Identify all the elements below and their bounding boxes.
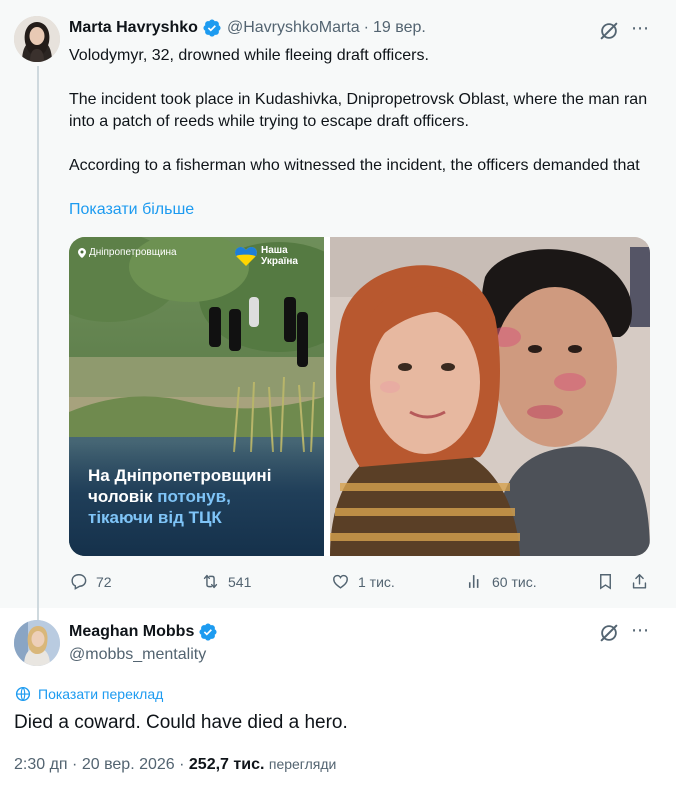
- text-paragraph: According to a fisherman who witnessed t…: [69, 157, 640, 174]
- quoted-tweet-text: Volodymyr, 32, drowned while fleeing dra…: [69, 45, 649, 177]
- more-icon[interactable]: ⋯: [631, 18, 650, 39]
- author-avatar[interactable]: [14, 620, 60, 666]
- show-more-link[interactable]: Показати більше: [69, 201, 194, 219]
- bookmark-icon: [600, 574, 611, 590]
- tweet-meta: 2:30 дп · 20 вер. 2026 · 252,7 тис. пере…: [14, 756, 336, 774]
- separator-dot: ·: [72, 756, 78, 773]
- author-handle[interactable]: @HavryshkoMarta: [227, 19, 360, 37]
- like-count: 1 тис.: [358, 573, 395, 590]
- main-tweet-text: Died a coward. Could have died a hero.: [14, 712, 348, 733]
- reply-count: 72: [96, 573, 112, 590]
- repost-count: 541: [228, 573, 252, 590]
- text-paragraph: The incident took place in Kudashivka, D…: [69, 91, 648, 130]
- media-grid: Дніпропетровщина Наша Україна На Дніпроп…: [69, 237, 650, 556]
- tweet-date[interactable]: 19 вер.: [373, 19, 426, 37]
- reply-icon: [71, 574, 87, 590]
- separator-dot: ·: [363, 19, 369, 36]
- nasha-ukraina-logo: Наша Україна: [235, 245, 298, 267]
- headline-line1: На Дніпропетровщині: [88, 466, 272, 485]
- share-icon: [632, 574, 647, 589]
- bookmark-button[interactable]: [596, 572, 615, 591]
- headline-accent: потонув,: [157, 487, 231, 506]
- translate-link[interactable]: Показати переклад: [14, 685, 163, 703]
- views-icon: [468, 575, 479, 588]
- repost-icon: [203, 574, 218, 589]
- location-pin-icon: [78, 247, 86, 258]
- author-avatar[interactable]: [14, 16, 60, 62]
- tweet-time[interactable]: 2:30 дп: [14, 756, 68, 773]
- location-label: Дніпропетровщина: [89, 247, 177, 258]
- headline-line3: тікаючи від ТЦК: [88, 508, 222, 527]
- author-name[interactable]: Meaghan Mobbs: [69, 623, 194, 641]
- logo-line2: Україна: [261, 256, 298, 267]
- headline-line2: чоловік: [88, 487, 158, 506]
- avatar-image: [14, 620, 60, 666]
- couple-photo[interactable]: [330, 237, 650, 556]
- views-count: 60 тис.: [492, 573, 537, 590]
- reply-button[interactable]: 72: [69, 572, 112, 591]
- heart-flag-icon: [235, 246, 257, 266]
- like-button[interactable]: 1 тис.: [331, 572, 395, 591]
- news-image[interactable]: Дніпропетровщина Наша Україна На Дніпроп…: [69, 237, 324, 556]
- verified-badge-icon: [199, 623, 217, 641]
- logo-line1: Наша: [261, 245, 288, 256]
- news-headline: На Дніпропетровщині чоловік потонув, тік…: [88, 465, 318, 528]
- globe-icon: [15, 686, 31, 702]
- more-icon[interactable]: ⋯: [631, 620, 650, 641]
- quoted-tweet-header: Marta Havryshko @HavryshkoMarta · 19 вер…: [69, 18, 426, 38]
- grok-icon[interactable]: [598, 20, 620, 42]
- share-button[interactable]: [630, 572, 649, 591]
- tweet-date[interactable]: 20 вер. 2026: [82, 756, 175, 773]
- couple-selfie: [330, 237, 650, 556]
- views-label: перегляди: [268, 756, 337, 772]
- verified-badge-icon: [203, 19, 221, 37]
- author-handle[interactable]: @mobbs_mentality: [69, 646, 206, 664]
- author-name[interactable]: Marta Havryshko: [69, 19, 198, 37]
- translate-label: Показати переклад: [38, 686, 164, 702]
- repost-button[interactable]: 541: [201, 572, 251, 591]
- avatar-image: [14, 16, 60, 62]
- text-paragraph: Volodymyr, 32, drowned while fleeing dra…: [69, 47, 429, 64]
- views-button[interactable]: 60 тис.: [465, 572, 537, 591]
- location-tag: Дніпропетровщина: [78, 247, 177, 258]
- thread-line: [37, 66, 39, 624]
- main-tweet-header: Meaghan Mobbs: [69, 622, 218, 642]
- views-count: 252,7 тис.: [188, 756, 265, 773]
- grok-icon[interactable]: [598, 622, 620, 644]
- like-icon: [333, 574, 348, 589]
- separator-dot: ·: [179, 756, 185, 773]
- action-bar: 72 541 1 тис. 60 тис.: [69, 572, 650, 594]
